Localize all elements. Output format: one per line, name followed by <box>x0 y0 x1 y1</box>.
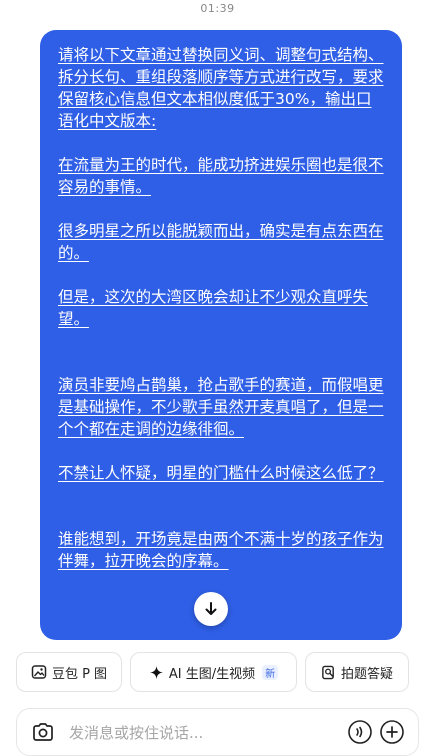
message-paragraph: 请将以下文章通过替换同义词、调整句式结构、拆分长句、重组段落顺序等方式进行改写，… <box>58 46 384 130</box>
message-paragraph: 很多明星之所以能脱颖而出，确实是有点东西在的。 <box>58 222 384 262</box>
image-edit-icon <box>31 665 47 679</box>
question-scan-button[interactable]: 拍题答疑 <box>305 652 409 692</box>
user-message-bubble: 请将以下文章通过替换同义词、调整句式结构、拆分长句、重组段落顺序等方式进行改写，… <box>40 30 402 640</box>
camera-button[interactable] <box>27 716 59 748</box>
question-scan-icon <box>322 665 334 679</box>
ai-generate-label: AI 生图/生视频 <box>168 666 256 682</box>
message-paragraph: 但是，这次的大湾区晚会却让不少观众直呼失望。 <box>58 288 369 328</box>
quick-actions: 豆包 P 图 AI 生图/生视频 新 拍题答疑 <box>16 652 419 692</box>
question-scan-label: 拍题答疑 <box>340 666 393 682</box>
message-paragraph: 谁能想到，开场竟是由两个不满十岁的孩子作为伴舞，拉开晚会的序幕。 <box>58 530 384 570</box>
arrow-down-icon <box>205 602 217 615</box>
image-edit-label: 豆包 P 图 <box>51 666 108 682</box>
message-input[interactable]: 发消息或按住说话... <box>69 722 344 743</box>
message-paragraph: 不禁让人怀疑，明星的门槛什么时候这么低了？ <box>58 464 384 482</box>
message-input-bar: 发消息或按住说话... <box>16 708 419 756</box>
message-paragraph: 在流量为王的时代，能成功挤进娱乐圈也是很不容易的事情。 <box>58 156 384 196</box>
scroll-to-bottom-button[interactable] <box>194 592 228 626</box>
sparkle-icon <box>149 665 163 679</box>
new-badge: 新 <box>262 664 279 680</box>
voice-wave-icon <box>348 720 372 744</box>
ai-generate-button[interactable]: AI 生图/生视频 新 <box>130 652 297 692</box>
camera-icon <box>33 723 53 741</box>
add-button[interactable] <box>376 716 408 748</box>
image-edit-button[interactable]: 豆包 P 图 <box>16 652 122 692</box>
message-paragraph: 演员非要鸠占鹊巢，抢占歌手的赛道，而假唱更是基础操作，不少歌手虽然开麦真唱了，但… <box>58 376 384 438</box>
voice-button[interactable] <box>344 716 376 748</box>
plus-circle-icon <box>380 720 404 744</box>
status-bar-time: 01:39 <box>200 2 235 15</box>
